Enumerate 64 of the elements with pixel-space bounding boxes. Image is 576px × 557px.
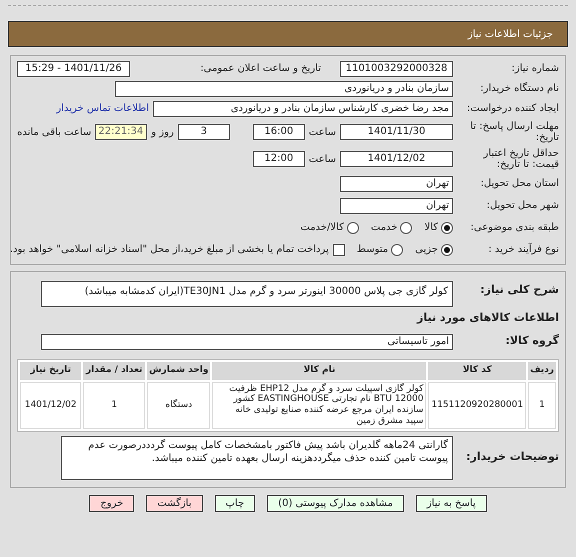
button[interactable]: مشاهده مدارک پیوستی (0): [267, 494, 404, 512]
button[interactable]: بازگشت: [146, 494, 202, 512]
column-header: کد کالا: [428, 362, 526, 380]
table-cell: 1401/12/02: [20, 382, 82, 429]
field-label: استان محل تحویل:: [480, 178, 559, 190]
column-header: ردیف: [528, 362, 556, 380]
radio-button[interactable]: [441, 244, 453, 256]
deadline-date-field: 1401/11/30: [340, 124, 453, 140]
table-cell: 1: [528, 382, 556, 429]
field-label: شماره نیاز:: [510, 62, 559, 74]
radio-button[interactable]: [391, 244, 404, 256]
field-label: نوع فرآیند خرید :: [487, 244, 559, 256]
field-label: ساعت باقی مانده: [17, 126, 92, 140]
table-cell: 1: [83, 382, 146, 429]
field-label: شرح کلی نیاز:: [479, 284, 559, 296]
column-header: تاریخ نیاز: [20, 362, 82, 380]
button[interactable]: پاسخ به نیاز: [416, 494, 487, 512]
summary-field: کولر گازی جی پلاس 30000 اینورتر سرد و گرم مدل TE30JN1(ایران کدمشابه میباشد): [41, 281, 453, 307]
field-label: مهلت ارسال پاسخ: تا تاریخ:: [469, 120, 559, 144]
page-header: جزئیات اطلاعات نیاز: [8, 21, 568, 47]
field-label: روز و: [151, 126, 174, 140]
radio-button[interactable]: [400, 222, 412, 234]
radio-label: جزیی: [415, 243, 438, 257]
button[interactable]: خروج: [89, 494, 134, 512]
radio-label: خدمت: [370, 221, 398, 235]
table-cell: کولر گازی اسپیلت سرد و گرم مدل EHP12 ظرفیت BTU 12000 نام تجارتی EASTINGHOUSE کشور سازنده ایران مرجع عرضه کننده صنایع تولیدی خانه سپید مشرق زمین: [212, 382, 426, 429]
radio-button[interactable]: [346, 222, 359, 234]
radio-label: کالا: [424, 221, 438, 235]
contact-link[interactable]: اطلاعات تماس خریدار: [56, 101, 149, 116]
column-header: تعداد / مقدار: [83, 362, 146, 380]
field-label: توضیحات خریدار:: [465, 451, 559, 464]
buyer-field: سازمان بنادر و دریانوردی: [115, 80, 453, 96]
table-cell: دستگاه: [147, 382, 210, 429]
city-field: تهران: [340, 198, 453, 214]
need-number-field: 1101003292000328: [340, 60, 453, 76]
goods-group-field: امور تاسیساتی: [41, 334, 453, 350]
creator-field: مجد رضا خضری کارشناس سازمان بنادر و دریانوردی: [153, 100, 453, 116]
field-label: شهر محل تحویل:: [486, 200, 559, 212]
section-heading: اطلاعات کالاهای مورد نیاز: [416, 310, 559, 326]
deadline-time-field: 16:00: [252, 124, 305, 140]
radio-label: کالا/خدمت: [300, 221, 344, 235]
radio-button[interactable]: [441, 222, 453, 234]
field-label: ایجاد کننده درخواست:: [466, 102, 559, 114]
table-cell: 1151120920280001: [428, 382, 526, 429]
notes-field: گارانتی 24ماهه گلدیران باشد پیش فاکتور بامشخصات کامل پیوست گردددرصورت عدم پیوست تامین کننده حذف میگرددهزینه ارسال بعهده تامین کننده میباشد.: [61, 436, 453, 480]
announce-date-field: 1401/11/26 - 15:29: [17, 60, 130, 76]
button[interactable]: چاپ: [214, 494, 256, 512]
validity-time-field: 12:00: [252, 151, 305, 167]
radio-label: متوسط: [356, 243, 388, 257]
field-label: طبقه بندی موضوعی:: [470, 222, 559, 234]
field-label: ساعت: [308, 152, 336, 166]
column-header: واحد شمارش: [147, 362, 210, 380]
field-label: گروه کالا:: [504, 335, 559, 348]
days-field: 3: [178, 124, 230, 140]
validity-date-field: 1401/12/02: [340, 151, 453, 167]
checkbox-label: پرداخت تمام یا بخشی از مبلغ خرید،از محل "اسناد خزانه اسلامی" خواهد بود.: [10, 243, 329, 257]
column-header: نام کالا: [212, 362, 426, 380]
checkbox[interactable]: [332, 244, 345, 256]
field-label: حداقل تاریخ اعتبار قیمت: تا تاریخ:: [482, 148, 559, 170]
field-label: ساعت: [308, 126, 336, 140]
province-field: تهران: [340, 176, 453, 192]
field-label: نام دستگاه خریدار:: [479, 82, 559, 94]
field-label: تاریخ و ساعت اعلان عمومی:: [200, 62, 321, 76]
remaining-time-field: 22:21:34: [95, 124, 148, 140]
